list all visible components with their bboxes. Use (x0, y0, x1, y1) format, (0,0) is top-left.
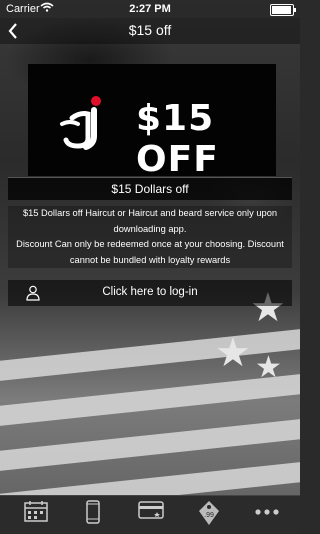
status-time: 2:27 PM (129, 3, 171, 15)
phone-icon (86, 500, 100, 524)
more-icon (255, 509, 279, 515)
tab-more[interactable] (247, 500, 287, 530)
tab-phone[interactable] (73, 500, 113, 530)
brand-logo (60, 96, 101, 150)
status-bar: Carrier 2:27 PM (0, 0, 300, 18)
offer-title: $15 Dollars off (8, 177, 292, 200)
navigation-bar: $15 off (0, 18, 300, 44)
tab-price-tag[interactable]: .99 (189, 500, 229, 530)
battery-level (272, 6, 291, 14)
promo-banner: $15 OFF (28, 64, 276, 180)
price-tag-icon: .99 (199, 501, 219, 525)
svg-text:.99: .99 (204, 512, 214, 519)
bottom-tab-bar: .99 (0, 495, 300, 534)
credit-card-icon (138, 501, 164, 519)
login-label: Click here to log-in (102, 286, 198, 298)
calendar-icon (24, 501, 48, 522)
tab-calendar[interactable] (16, 500, 56, 530)
offer-restrictions-line: Discount Can only be redeemed once at yo… (16, 239, 284, 265)
banner-text: $15 OFF (136, 98, 219, 180)
battery-icon (270, 4, 296, 16)
offer-description: $15 Dollars off Haircut or Haircut and b… (8, 206, 292, 268)
offer-terms-line: $15 Dollars off Haircut or Haircut and b… (22, 208, 278, 234)
tab-credit-card[interactable] (131, 500, 171, 530)
page-title: $15 off (128, 22, 172, 38)
login-button[interactable]: Click here to log-in (8, 280, 292, 306)
